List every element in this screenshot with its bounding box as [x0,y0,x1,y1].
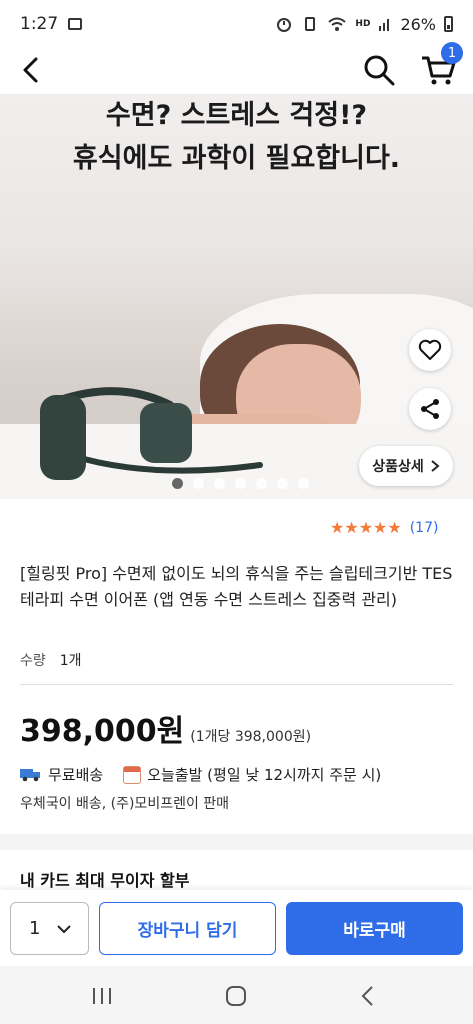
star-icon: ★ [373,518,388,537]
share-button[interactable] [409,388,451,430]
section-separator [0,834,473,850]
quantity-select[interactable]: 1 [10,902,89,955]
rating-stars: ★★★★★ [330,518,402,537]
earphone-product-image [40,387,263,480]
price: 398,000원 (1개당 398,000원) [20,706,311,750]
star-icon: ★ [344,518,359,537]
vibrate-icon [305,17,316,31]
wishlist-button[interactable] [409,329,451,371]
price-amount: 398,000원 [20,714,185,749]
home-icon[interactable] [222,982,250,1010]
seller-info: 우체국이 배송, (주)모비프렌이 판매 [20,796,230,812]
star-icon: ★ [358,518,374,537]
alarm-icon [277,18,292,32]
carousel-dot[interactable] [193,478,204,489]
review-count[interactable]: (17) [410,520,439,536]
chevron-right-icon [431,460,440,472]
free-shipping-label: 무료배송 [48,766,104,784]
carousel-dot[interactable] [235,478,246,489]
product-detail-button[interactable]: 상품상세 [359,446,453,486]
unit-price: (1개당 398,000원) [190,729,312,745]
card-installment-title: 내 카드 최대 무이자 할부 [20,871,190,890]
status-bar: 1:27 HD 26% [0,0,473,48]
signal-icon [379,19,390,31]
today-ship-label: 오늘출발 (평일 낮 12시까지 주문 시) [147,766,382,784]
hero-headline: 수면? 스트레스 걱정!? 휴식에도 과학이 필요합니다. [0,94,473,180]
top-nav: 1 [0,42,473,94]
carousel-dot[interactable] [214,478,225,489]
heart-icon [418,339,442,360]
quantity-select-value: 1 [29,918,41,939]
star-icon: ★ [330,518,345,537]
truck-icon [20,768,40,781]
battery-icon [444,16,453,32]
quantity-value: 1개 [59,653,82,669]
chevron-down-icon [57,924,72,933]
hd-voice-label: HD [355,18,371,29]
carousel-dot[interactable] [277,478,288,489]
cart-count-badge: 1 [441,42,463,64]
hero-headline-line2: 휴식에도 과학이 필요합니다. [72,143,401,174]
recent-apps-icon[interactable] [88,982,116,1010]
add-to-cart-button[interactable]: 장바구니 담기 [99,902,276,955]
carousel-dot[interactable] [256,478,267,489]
quantity-info: 수량 1개 [20,650,82,670]
search-icon[interactable] [361,52,397,88]
gallery-notification-icon [68,18,83,30]
carousel-dot[interactable] [298,478,309,489]
divider [20,684,453,685]
carousel-dots [172,478,309,489]
purchase-action-bar: 1 장바구니 담기 바로구매 [0,890,473,966]
back-icon[interactable] [14,52,50,88]
wifi-icon [328,17,347,31]
battery-percent: 26% [400,14,436,34]
status-icons: HD 26% [275,15,453,34]
shipping-info: 무료배송 오늘출발 (평일 낮 12시까지 주문 시) [20,764,381,785]
product-detail-label: 상품상세 [372,459,424,475]
quantity-label: 수량 [20,653,46,669]
star-icon: ★ [387,518,402,537]
status-time: 1:27 [20,14,59,34]
system-nav-bar [0,966,473,1024]
product-page: 1:27 HD 26% 1 수면? 스트레스 걱정!? 휴식에도 과학이 필요합… [0,0,473,1024]
system-back-icon[interactable] [354,982,382,1010]
buy-now-button[interactable]: 바로구매 [286,902,463,955]
share-icon [421,399,439,419]
hero-headline-line1: 수면? 스트레스 걱정!? [105,100,368,131]
rating[interactable]: ★★★★★ (17) [330,518,438,537]
product-title: [힐링핏 Pro] 수면제 없이도 뇌의 휴식을 주는 슬립테크기반 TES 테… [20,564,453,609]
calendar-icon [123,765,142,784]
carousel-dot[interactable] [172,478,183,489]
